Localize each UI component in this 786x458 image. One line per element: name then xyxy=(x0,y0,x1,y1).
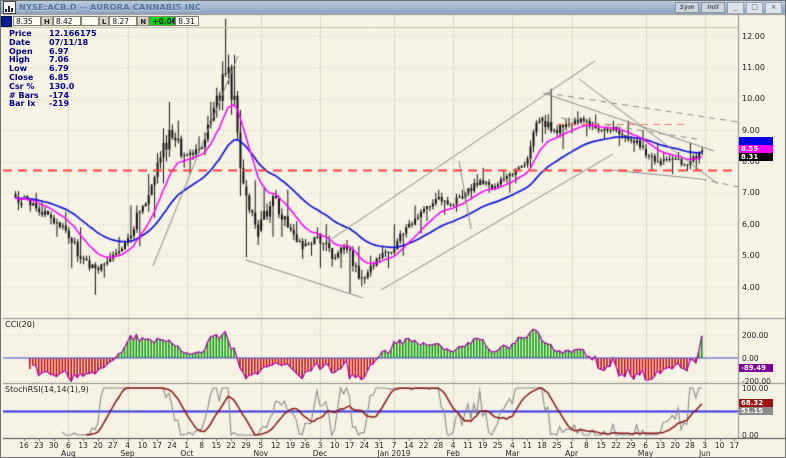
time-axis-day-label: 16 xyxy=(19,441,29,450)
stochrsi-k-tag: 51.15 xyxy=(739,407,773,415)
time-axis-day-label: 28 xyxy=(434,441,444,450)
time-axis-day-label: 10 xyxy=(330,441,340,450)
time-axis-day-label: 28 xyxy=(685,441,695,450)
time-axis-day-label: 24 xyxy=(167,441,177,450)
prev-close-field: 8.31 xyxy=(175,16,199,26)
time-axis-day-label: 17 xyxy=(152,441,162,450)
time-axis-day-label: 12 xyxy=(271,441,281,450)
price-axis-tick: 12.00 xyxy=(742,32,765,41)
price-axis-tick: 5.00 xyxy=(742,251,760,260)
low-label: L xyxy=(99,16,109,26)
low-price-field: 8.27 xyxy=(109,16,137,26)
time-axis-day-label: 25 xyxy=(493,441,503,450)
time-axis-month-label: Oct xyxy=(180,449,193,458)
time-axis-day-label: 13 xyxy=(78,441,88,450)
time-axis-day-label: 22 xyxy=(611,441,621,450)
time-axis-day-label: 17 xyxy=(730,441,740,450)
fast-ma-tag: 8.55 xyxy=(739,145,773,153)
high-price-field: 8.42 xyxy=(53,16,81,26)
app-icon xyxy=(3,1,16,14)
maximize-button[interactable]: □ xyxy=(746,2,763,14)
time-axis-day-label: 8 xyxy=(584,441,589,450)
close-button[interactable]: × xyxy=(765,2,782,14)
time-axis-day-label: 26 xyxy=(300,441,310,450)
quote-symbol-icon[interactable] xyxy=(1,16,12,27)
time-axis-day-label: 30 xyxy=(49,441,59,450)
slow-ma-tag xyxy=(739,137,773,145)
price-axis-tick: 11.00 xyxy=(742,63,765,72)
price-axis-tick: 10.00 xyxy=(742,94,765,103)
data-box-row: Bar Ix-219 xyxy=(9,100,97,109)
stochrsi-pane-label: StochRSI(14,14(1),9) xyxy=(5,385,89,394)
last-price-tag: 8.31 xyxy=(739,153,773,161)
time-axis-day-label: 15 xyxy=(596,441,606,450)
time-axis-day-label: 10 xyxy=(138,441,148,450)
price-axis-tick: 9.00 xyxy=(742,126,760,135)
stochrsi-d-tag: 68.32 xyxy=(739,399,773,407)
time-axis-day-label: 23 xyxy=(34,441,44,450)
time-axis-day-label: 19 xyxy=(478,441,488,450)
time-axis-day-label: 11 xyxy=(463,441,473,450)
cci-value-tag: -89.49 xyxy=(739,364,773,372)
time-axis-day-label: 15 xyxy=(212,441,222,450)
cursor-data-box: Price12.166175Date07/11/18Open6.97High7.… xyxy=(9,30,97,109)
symbol-button[interactable]: Sym xyxy=(675,2,699,13)
last-price-field: 8.35 xyxy=(13,16,41,26)
time-axis-month-label: Aug xyxy=(61,449,76,458)
time-axis-day-label: 17 xyxy=(345,441,355,450)
time-axis-day-label: 29 xyxy=(626,441,636,450)
quote-bar: 8.35 H 8.42 L 8.27 N +0.06 8.31 xyxy=(1,15,199,27)
cci-axis-tick: 0.00 xyxy=(742,354,759,363)
minimize-button[interactable]: _ xyxy=(727,2,744,14)
time-axis-day-label: 22 xyxy=(226,441,236,450)
time-axis-day-label: 11 xyxy=(522,441,532,450)
high-label: H xyxy=(41,16,53,26)
time-axis-day-label: 10 xyxy=(715,441,725,450)
cci-axis-tick: 200.00 xyxy=(742,331,768,340)
time-axis-month-label: Jan 2019 xyxy=(377,449,410,458)
title-bar[interactable]: NYSE:ACB.D -- AURORA CANNABIS INC Sym In… xyxy=(1,1,785,14)
net-label: N xyxy=(137,16,149,26)
time-axis-day-label: 24 xyxy=(360,441,370,450)
chart-window: NYSE:ACB.D -- AURORA CANNABIS INC Sym In… xyxy=(0,0,786,458)
cci-pane-label: CCI(20) xyxy=(5,320,35,329)
time-axis-day-label: 27 xyxy=(108,441,118,450)
time-axis-day-label: 29 xyxy=(241,441,251,450)
time-axis-month-label: Jun xyxy=(699,449,711,458)
time-axis-month-label: Dec xyxy=(313,449,328,458)
price-axis-tick: 7.00 xyxy=(742,188,760,197)
window-title: NYSE:ACB.D -- AURORA CANNABIS INC xyxy=(19,3,201,12)
net-change-field: +0.06 xyxy=(149,16,175,26)
time-axis-day-label: 18 xyxy=(537,441,547,450)
time-axis-day-label: 19 xyxy=(286,441,296,450)
time-axis-month-label: Sep xyxy=(121,449,135,458)
stochrsi-axis-tick: 100.00 xyxy=(742,384,768,393)
time-axis-month-label: Nov xyxy=(253,449,268,458)
price-axis-tick: 4.00 xyxy=(742,283,760,292)
time-axis-day-label: 13 xyxy=(656,441,666,450)
price-axis-tick: 6.00 xyxy=(742,220,760,229)
interval-button[interactable]: Intl xyxy=(701,2,725,13)
time-axis-day-label: 8 xyxy=(199,441,204,450)
time-axis-month-label: Mar xyxy=(505,449,519,458)
time-axis-day-label: 22 xyxy=(419,441,429,450)
chart-canvas[interactable] xyxy=(1,1,786,458)
time-axis-day-label: 20 xyxy=(93,441,103,450)
stochrsi-axis-tick: 0.00 xyxy=(742,431,759,440)
time-axis-day-label: 25 xyxy=(552,441,562,450)
time-axis-month-label: Apr xyxy=(565,449,578,458)
time-axis-day-label: 20 xyxy=(670,441,680,450)
blank-field xyxy=(81,16,99,26)
time-axis-month-label: May xyxy=(638,449,654,458)
time-axis-month-label: Feb xyxy=(447,449,460,458)
